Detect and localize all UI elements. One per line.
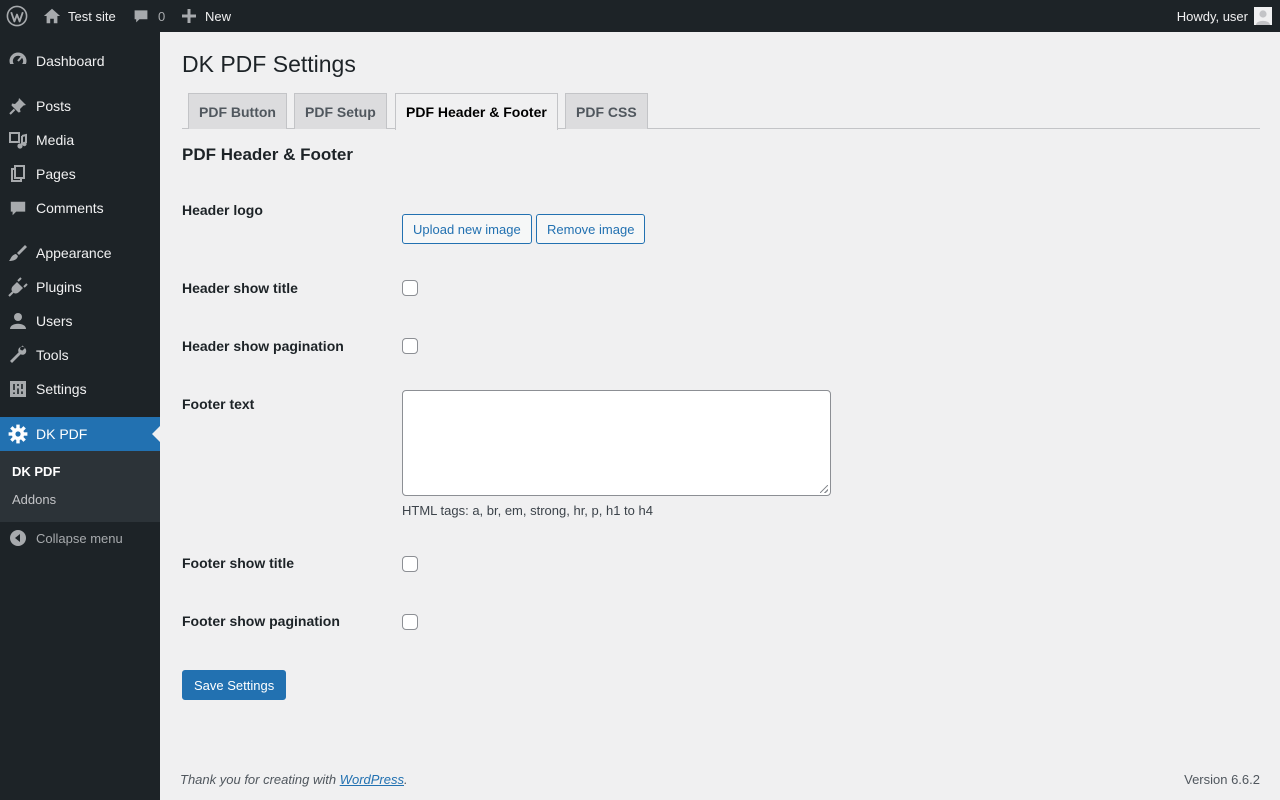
- footer-thanks-prefix: Thank you for creating with: [180, 772, 340, 787]
- sidebar-item-label: DK PDF: [36, 426, 88, 442]
- footer-text-label: Footer text: [182, 396, 255, 412]
- sidebar-item-label: Appearance: [36, 245, 112, 261]
- sidebar-item-comments[interactable]: Comments: [0, 191, 160, 225]
- dashboard-icon: [9, 52, 27, 70]
- new-label: New: [205, 8, 232, 24]
- wordpress-link[interactable]: WordPress: [340, 772, 404, 787]
- section-title: PDF Header & Footer: [182, 145, 353, 164]
- footer-show-title-label: Footer show title: [182, 555, 294, 571]
- header-show-pagination-checkbox[interactable]: [402, 338, 418, 354]
- site-name-link[interactable]: Test site: [43, 0, 116, 32]
- tab-pdf-button[interactable]: PDF Button: [188, 93, 287, 129]
- save-settings-button[interactable]: Save Settings: [182, 670, 287, 700]
- remove-image-button[interactable]: Remove image: [536, 214, 646, 244]
- sidebar-item-users[interactable]: Users: [0, 304, 160, 338]
- settings-tabs: PDF Button PDF Setup PDF Header & Footer…: [182, 93, 1260, 130]
- sidebar-item-label: Posts: [36, 98, 72, 114]
- my-account-link[interactable]: Howdy, user: [1177, 0, 1272, 32]
- sidebar-item-tools[interactable]: Tools: [0, 338, 160, 372]
- footer-thanks-suffix: .: [404, 772, 408, 787]
- admin-bar: Test site 0 New Howdy, user: [0, 0, 1280, 32]
- submenu-item-addons[interactable]: Addons: [12, 492, 56, 507]
- sidebar-item-plugins[interactable]: Plugins: [0, 270, 160, 304]
- tab-pdf-header-footer[interactable]: PDF Header & Footer: [395, 93, 558, 130]
- site-name: Test site: [68, 8, 116, 24]
- footer-show-pagination-label: Footer show pagination: [182, 613, 340, 629]
- plus-icon: [182, 9, 196, 23]
- avatar: [1254, 7, 1272, 25]
- sidebar-item-media[interactable]: Media: [0, 123, 160, 157]
- sidebar-item-label: Tools: [36, 347, 69, 363]
- footer-text-textarea[interactable]: [402, 390, 831, 496]
- sidebar-item-label: Users: [36, 313, 73, 329]
- user-icon: [10, 313, 26, 329]
- pages-icon: [11, 165, 25, 182]
- sidebar-item-settings[interactable]: Settings: [0, 372, 160, 406]
- sidebar-item-pages[interactable]: Pages: [0, 157, 160, 191]
- footer-text-help: HTML tags: a, br, em, strong, hr, p, h1 …: [402, 503, 653, 518]
- sidebar-item-dashboard[interactable]: Dashboard: [0, 44, 160, 78]
- wordpress-logo-icon: [6, 5, 28, 27]
- main-content: DK PDF Settings PDF Button PDF Setup PDF…: [160, 32, 1280, 800]
- collapse-menu-button[interactable]: Collapse menu: [0, 525, 160, 551]
- header-show-title-label: Header show title: [182, 280, 298, 296]
- wordpress-logo-button[interactable]: [6, 0, 28, 32]
- sidebar-item-label: Settings: [36, 381, 87, 397]
- sidebar-item-label: Plugins: [36, 279, 82, 295]
- sidebar-item-label: Comments: [36, 200, 104, 216]
- dk-pdf-submenu: DK PDF Addons: [0, 451, 160, 522]
- sidebar-item-posts[interactable]: Posts: [0, 89, 160, 123]
- collapse-arrow-icon: [10, 530, 26, 546]
- upload-new-image-button[interactable]: Upload new image: [402, 214, 532, 244]
- home-icon: [43, 8, 61, 24]
- comment-bubble-icon: [134, 10, 148, 23]
- sidebar-item-appearance[interactable]: Appearance: [0, 236, 160, 270]
- comments-count: 0: [158, 8, 166, 24]
- header-show-pagination-label: Header show pagination: [182, 338, 344, 354]
- brush-icon: [9, 245, 27, 261]
- page-title: DK PDF Settings: [182, 51, 356, 77]
- pin-icon: [9, 98, 26, 115]
- tab-pdf-css[interactable]: PDF CSS: [565, 93, 648, 129]
- collapse-menu-label: Collapse menu: [36, 530, 123, 546]
- tab-pdf-setup[interactable]: PDF Setup: [294, 93, 387, 129]
- footer-show-pagination-checkbox[interactable]: [402, 614, 418, 630]
- admin-sidebar: Dashboard Posts Media Pages Comments App…: [0, 32, 160, 800]
- header-show-title-checkbox[interactable]: [402, 280, 418, 296]
- wrench-icon: [10, 345, 27, 363]
- new-content-link[interactable]: New: [182, 0, 231, 32]
- resize-grip-icon[interactable]: [820, 485, 828, 493]
- comment-icon: [10, 201, 26, 216]
- sidebar-item-label: Media: [36, 132, 75, 148]
- media-icon: [9, 132, 27, 149]
- sidebar-item-dk-pdf[interactable]: DK PDF: [0, 417, 160, 451]
- sidebar-item-label: Dashboard: [36, 53, 105, 69]
- footer-show-title-checkbox[interactable]: [402, 556, 418, 572]
- footer-version: Version 6.6.2: [1184, 772, 1260, 787]
- howdy-text: Howdy, user: [1176, 8, 1248, 24]
- gear-icon: [8, 424, 28, 444]
- footer-thanks: Thank you for creating with WordPress.: [180, 772, 408, 787]
- avatar-user-icon: [1256, 10, 1270, 25]
- header-logo-label: Header logo: [182, 202, 263, 218]
- submenu-item-dk-pdf[interactable]: DK PDF: [12, 464, 60, 479]
- settings-icon: [10, 381, 26, 397]
- plug-icon: [8, 277, 28, 297]
- comments-link[interactable]: 0: [133, 0, 165, 32]
- sidebar-item-label: Pages: [36, 166, 76, 182]
